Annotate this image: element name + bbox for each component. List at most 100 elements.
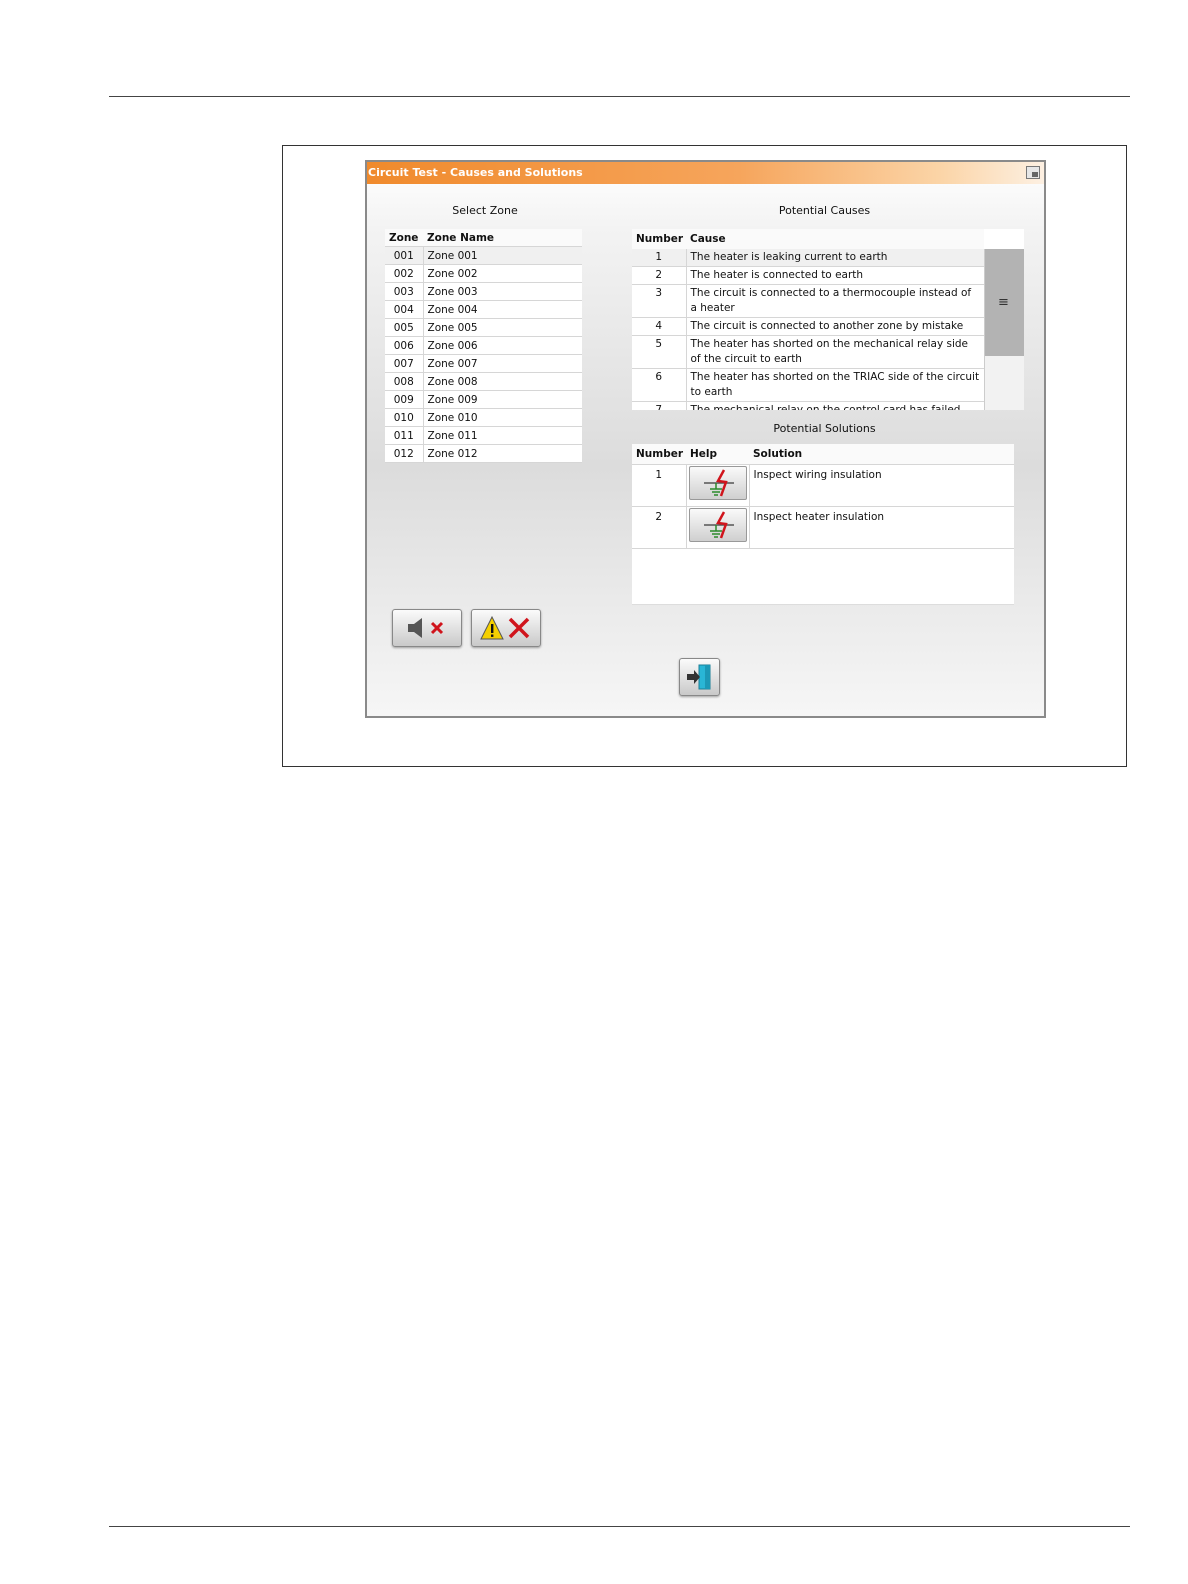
zone-name: Zone 009 — [423, 390, 582, 409]
cause-text: The heater has shorted on the TRIAC side… — [686, 368, 984, 402]
zone-number: 002 — [385, 264, 424, 283]
solution-number: 2 — [632, 506, 687, 549]
zone-name: Zone 011 — [423, 426, 582, 445]
scroll-grip-icon: ≡ — [998, 295, 1009, 310]
zone-number: 003 — [385, 282, 424, 301]
cause-text: The heater is connected to earth — [686, 266, 984, 285]
window-menu-icon[interactable] — [1026, 166, 1040, 179]
cause-number: 5 — [632, 335, 687, 369]
cause-text: The circuit is connected to another zone… — [686, 317, 984, 336]
help-button[interactable] — [688, 466, 747, 500]
cause-number: 1 — [632, 249, 687, 267]
column-header-cause[interactable]: Cause — [686, 229, 984, 249]
cause-row[interactable]: 4 The circuit is connected to another zon… — [632, 317, 984, 336]
zone-row[interactable]: 006 Zone 006 — [385, 336, 582, 355]
zone-name: Zone 004 — [423, 300, 582, 319]
zone-number: 001 — [385, 246, 424, 265]
potential-causes-label: Potential Causes — [778, 204, 871, 217]
zone-name: Zone 003 — [423, 282, 582, 301]
cause-number: 4 — [632, 317, 687, 336]
solution-number: 1 — [632, 464, 687, 507]
cause-row[interactable]: 1 The heater is leaking current to earth — [632, 249, 984, 267]
acknowledge-warning-icon — [480, 615, 530, 640]
zone-number: 009 — [385, 390, 424, 409]
zone-number: 008 — [385, 372, 424, 391]
solutions-table: Number Help Solution 1 Inspect wiring in… — [632, 444, 1014, 549]
zone-row[interactable]: 002 Zone 002 — [385, 264, 582, 283]
cause-text: The mechanical relay on the control card… — [686, 401, 984, 410]
solution-text: Inspect heater insulation — [749, 506, 1014, 549]
zone-row[interactable]: 007 Zone 007 — [385, 354, 582, 373]
cause-row[interactable]: 2 The heater is connected to earth — [632, 266, 984, 285]
zone-name: Zone 007 — [423, 354, 582, 373]
zone-number: 006 — [385, 336, 424, 355]
column-header-number[interactable]: Number — [632, 229, 686, 249]
zone-row[interactable]: 012 Zone 012 — [385, 444, 582, 463]
mute-alarm-icon — [408, 618, 444, 638]
scrollbar-thumb[interactable]: ≡ — [985, 249, 1024, 356]
solutions-list[interactable]: Number Help Solution 1 Inspect wiring in… — [632, 444, 1014, 605]
causes-scrollbar[interactable]: ≡ — [984, 249, 1024, 410]
zone-name: Zone 012 — [423, 444, 582, 463]
zone-table: Zone Zone Name 001 Zone 001 002 Zone 002 0… — [385, 229, 582, 463]
column-header-solution[interactable]: Solution — [749, 444, 1014, 465]
zone-name: Zone 006 — [423, 336, 582, 355]
zone-table-header: Zone Zone Name — [385, 229, 582, 247]
zone-number: 007 — [385, 354, 424, 373]
cause-number: 7 — [632, 401, 687, 410]
solution-row[interactable]: 1 Inspect wiring insulation — [632, 464, 1014, 507]
short-to-earth-icon — [703, 511, 734, 539]
causes-solutions-window: Circuit Test - Causes and Solutions Sele… — [365, 160, 1046, 718]
solutions-table-header: Number Help Solution — [632, 444, 1014, 465]
help-button[interactable] — [688, 508, 747, 542]
page-footer-rule — [109, 1526, 1130, 1527]
zone-number: 012 — [385, 444, 424, 463]
cause-row[interactable]: 6 The heater has shorted on the TRIAC sid… — [632, 368, 984, 402]
zone-number: 005 — [385, 318, 424, 337]
zone-number: 004 — [385, 300, 424, 319]
zone-row[interactable]: 008 Zone 008 — [385, 372, 582, 391]
cause-text: The heater has shorted on the mechanical… — [686, 335, 984, 369]
page-header-rule — [109, 96, 1130, 97]
potential-solutions-label: Potential Solutions — [773, 422, 876, 435]
cause-number: 6 — [632, 368, 687, 402]
solution-text: Inspect wiring insulation — [749, 464, 1014, 507]
causes-table-header: Number Cause — [632, 229, 984, 249]
zone-row[interactable]: 010 Zone 010 — [385, 408, 582, 427]
zone-row[interactable]: 004 Zone 004 — [385, 300, 582, 319]
zone-row[interactable]: 005 Zone 005 — [385, 318, 582, 337]
column-header-zone[interactable]: Zone — [385, 229, 423, 247]
cause-text: The heater is leaking current to earth — [686, 249, 984, 267]
zone-name: Zone 001 — [423, 246, 582, 265]
zone-name: Zone 005 — [423, 318, 582, 337]
solution-row[interactable]: 2 Inspect heater insulation — [632, 506, 1014, 549]
zone-name: Zone 010 — [423, 408, 582, 427]
help-cell — [686, 464, 750, 507]
exit-icon — [686, 664, 710, 690]
acknowledge-warning-button[interactable] — [471, 609, 541, 647]
zone-row[interactable]: 009 Zone 009 — [385, 390, 582, 409]
causes-list[interactable]: Number Cause 1 The heater is leaking curr… — [632, 229, 1024, 410]
cause-row[interactable]: 7 The mechanical relay on the control car… — [632, 401, 984, 410]
column-header-number[interactable]: Number — [632, 444, 686, 465]
window-titlebar[interactable]: Circuit Test - Causes and Solutions — [367, 162, 1044, 184]
exit-button[interactable] — [679, 658, 720, 696]
column-header-help[interactable]: Help — [686, 444, 749, 465]
zone-row[interactable]: 001 Zone 001 — [385, 246, 582, 265]
cause-row[interactable]: 5 The heater has shorted on the mechanica… — [632, 335, 984, 369]
cause-row[interactable]: 3 The circuit is connected to a thermocou… — [632, 284, 984, 318]
zone-row[interactable]: 011 Zone 011 — [385, 426, 582, 445]
zone-name: Zone 002 — [423, 264, 582, 283]
mute-alarm-button[interactable] — [392, 609, 462, 647]
help-cell — [686, 506, 750, 549]
select-zone-label: Select Zone — [452, 204, 518, 217]
zone-number: 010 — [385, 408, 424, 427]
cause-text: The circuit is connected to a thermocoup… — [686, 284, 984, 318]
cause-number: 3 — [632, 284, 687, 318]
zone-row[interactable]: 003 Zone 003 — [385, 282, 582, 301]
causes-table: Number Cause 1 The heater is leaking curr… — [632, 229, 984, 410]
window-title: Circuit Test - Causes and Solutions — [368, 166, 583, 179]
zone-number: 011 — [385, 426, 424, 445]
column-header-zone-name[interactable]: Zone Name — [423, 229, 582, 247]
short-to-earth-icon — [703, 469, 734, 497]
